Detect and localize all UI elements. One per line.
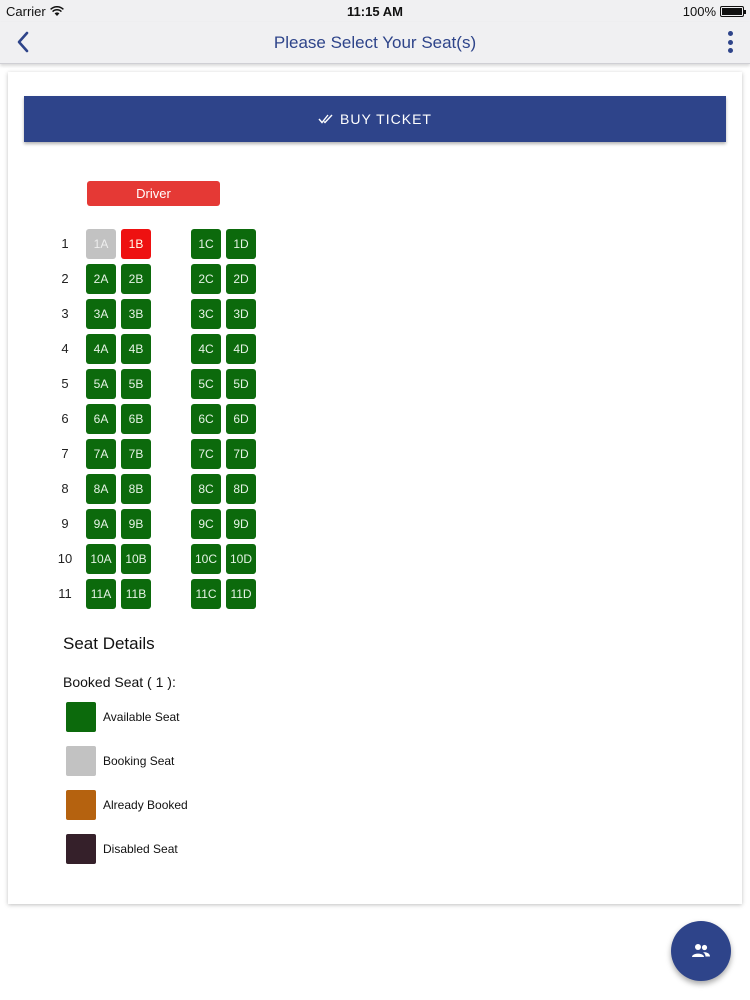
seat-11d[interactable]: 11D — [226, 579, 256, 609]
legend-label: Disabled Seat — [103, 842, 178, 856]
seat-5a[interactable]: 5A — [86, 369, 116, 399]
row-number: 7 — [61, 446, 69, 461]
seat-1a[interactable]: 1A — [86, 229, 116, 259]
seat-selection-card: BUY TICKET Driver 1 1A 1B 1C 1D 2 2A 2B 2C 2D 3 3A 3… — [8, 72, 742, 904]
status-bar: Carrier 11:15 AM 100% — [0, 0, 750, 22]
seat-8c[interactable]: 8C — [191, 474, 221, 504]
seat-6d[interactable]: 6D — [226, 404, 256, 434]
legend-item: Already Booked — [66, 790, 188, 820]
seat-2a[interactable]: 2A — [86, 264, 116, 294]
row-number: 2 — [61, 271, 69, 286]
seat-1d[interactable]: 1D — [226, 229, 256, 259]
driver-label: Driver — [87, 181, 220, 206]
seat-3a[interactable]: 3A — [86, 299, 116, 329]
seat-9a[interactable]: 9A — [86, 509, 116, 539]
seat-2d[interactable]: 2D — [226, 264, 256, 294]
page-title: Please Select Your Seat(s) — [273, 33, 477, 52]
seat-6a[interactable]: 6A — [86, 404, 116, 434]
seat-10b[interactable]: 10B — [121, 544, 151, 574]
seat-5d[interactable]: 5D — [226, 369, 256, 399]
seat-1b[interactable]: 1B — [121, 229, 151, 259]
nav-bar: Please Select Your Seat(s) — [0, 22, 750, 64]
row-number: 8 — [61, 481, 69, 496]
seat-11c[interactable]: 11C — [191, 579, 221, 609]
legend-item: Available Seat — [66, 702, 180, 732]
seat-4c[interactable]: 4C — [191, 334, 221, 364]
seat-2c[interactable]: 2C — [191, 264, 221, 294]
seat-6b[interactable]: 6B — [121, 404, 151, 434]
seat-10a[interactable]: 10A — [86, 544, 116, 574]
seat-5c[interactable]: 5C — [191, 369, 221, 399]
buy-ticket-label: BUY TICKET — [340, 111, 432, 127]
legend-item: Booking Seat — [66, 746, 174, 776]
seat-7b[interactable]: 7B — [121, 439, 151, 469]
row-number: 6 — [61, 411, 69, 426]
row-number: 5 — [61, 376, 69, 391]
seat-11b[interactable]: 11B — [121, 579, 151, 609]
passengers-icon — [692, 944, 710, 957]
row-number: 1 — [61, 236, 69, 251]
seat-5b[interactable]: 5B — [121, 369, 151, 399]
legend-swatch — [66, 790, 96, 820]
seat-8d[interactable]: 8D — [226, 474, 256, 504]
seat-8b[interactable]: 8B — [121, 474, 151, 504]
battery-info: 100% — [682, 4, 746, 19]
status-time: 11:15 AM — [347, 4, 403, 19]
row-number: 4 — [61, 341, 69, 356]
seat-4a[interactable]: 4A — [86, 334, 116, 364]
seat-2b[interactable]: 2B — [121, 264, 151, 294]
seat-9d[interactable]: 9D — [226, 509, 256, 539]
passengers-fab-button[interactable] — [671, 921, 731, 981]
seat-10c[interactable]: 10C — [191, 544, 221, 574]
seat-1c[interactable]: 1C — [191, 229, 221, 259]
row-number: 10 — [57, 551, 73, 566]
seat-7d[interactable]: 7D — [226, 439, 256, 469]
more-vertical-icon[interactable] — [726, 31, 734, 53]
legend-label: Already Booked — [103, 798, 188, 812]
seat-9c[interactable]: 9C — [191, 509, 221, 539]
seat-10d[interactable]: 10D — [226, 544, 256, 574]
buy-ticket-button[interactable]: BUY TICKET — [24, 96, 726, 142]
seat-7c[interactable]: 7C — [191, 439, 221, 469]
legend-swatch — [66, 746, 96, 776]
battery-icon — [720, 6, 746, 17]
seat-6c[interactable]: 6C — [191, 404, 221, 434]
row-number: 3 — [61, 306, 69, 321]
seat-4d[interactable]: 4D — [226, 334, 256, 364]
seat-3c[interactable]: 3C — [191, 299, 221, 329]
legend-swatch — [66, 834, 96, 864]
seat-3d[interactable]: 3D — [226, 299, 256, 329]
seat-4b[interactable]: 4B — [121, 334, 151, 364]
row-number: 9 — [61, 516, 69, 531]
row-number: 11 — [58, 586, 72, 601]
battery-percent: 100% — [682, 4, 716, 19]
booked-seat-count: Booked Seat ( 1 ): — [63, 674, 176, 690]
legend-label: Available Seat — [103, 710, 180, 724]
double-check-icon — [318, 114, 333, 124]
legend-label: Booking Seat — [103, 754, 175, 768]
seat-8a[interactable]: 8A — [86, 474, 116, 504]
seat-3b[interactable]: 3B — [121, 299, 151, 329]
seat-9b[interactable]: 9B — [121, 509, 151, 539]
legend-item: Disabled Seat — [66, 834, 178, 864]
seat-details-title: Seat Details — [63, 634, 155, 653]
seat-7a[interactable]: 7A — [86, 439, 116, 469]
seat-11a[interactable]: 11A — [86, 579, 116, 609]
legend-swatch — [66, 702, 96, 732]
